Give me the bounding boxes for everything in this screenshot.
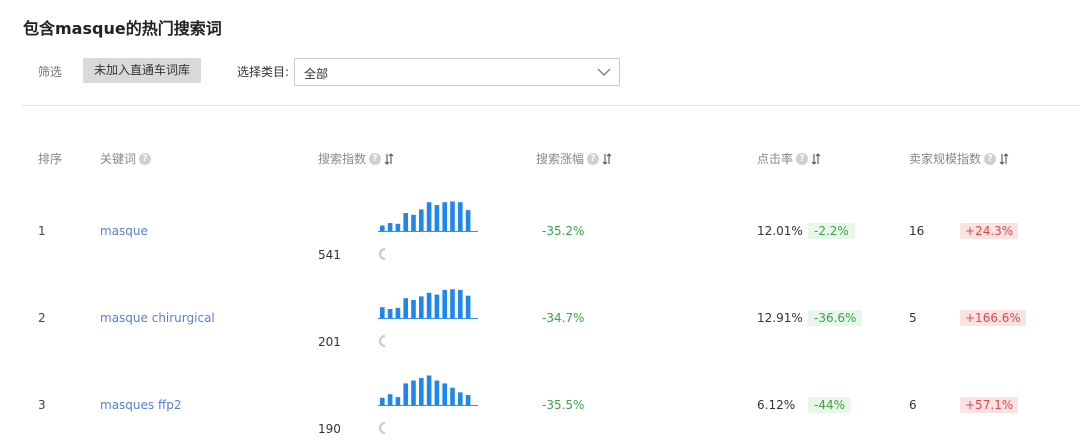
help-icon[interactable]: ? bbox=[139, 152, 152, 165]
sparkline-bar bbox=[434, 205, 440, 231]
loading-spinner-icon bbox=[378, 248, 386, 260]
page: 包含masque的热门搜索词 筛选 未加入直通车词库 选择类目: 全部 排序 关… bbox=[0, 0, 1080, 441]
ctr-change-badge: -36.6% bbox=[808, 310, 863, 326]
ctr-value: 6.12% bbox=[757, 398, 796, 412]
column-header-ctr[interactable]: 点击率 ? bbox=[757, 150, 821, 167]
sparkline-bar bbox=[380, 397, 385, 405]
sparkline-bar bbox=[395, 307, 401, 318]
seller-index-value: 16 bbox=[909, 224, 925, 238]
ctr-value: 12.01% bbox=[757, 224, 803, 238]
search-index-sparkline bbox=[378, 289, 478, 319]
sparkline-bar bbox=[465, 394, 471, 405]
sort-icon[interactable] bbox=[999, 152, 1009, 165]
sparkline-bar bbox=[450, 289, 455, 318]
category-select-value: 全部 bbox=[304, 67, 329, 81]
search-index-sparkline bbox=[378, 375, 478, 406]
keyword-link[interactable]: masque chirurgical bbox=[100, 311, 215, 325]
sparkline-bar bbox=[426, 292, 432, 318]
column-header-label: 点击率 bbox=[757, 152, 794, 166]
search-growth-value: -35.5% bbox=[542, 398, 585, 412]
sparkline-bar bbox=[403, 383, 408, 405]
sparkline-bar bbox=[458, 202, 463, 231]
rank-cell: 1 bbox=[38, 224, 46, 238]
sparkline-bar bbox=[442, 202, 447, 231]
seller-change-badge: +24.3% bbox=[960, 223, 1019, 239]
sparkline-bar bbox=[465, 295, 471, 318]
keyword-link[interactable]: masques ffp2 bbox=[100, 398, 182, 412]
seller-change-badge: +57.1% bbox=[960, 397, 1019, 413]
sparkline-bar bbox=[387, 223, 393, 231]
sparkline-bar bbox=[426, 375, 432, 405]
sparkline-bar bbox=[403, 298, 408, 318]
sparkline-bar bbox=[387, 309, 393, 318]
sparkline-bar bbox=[387, 394, 393, 405]
search-growth-value: -34.7% bbox=[542, 311, 585, 325]
sparkline-bar bbox=[458, 289, 463, 318]
sparkline-bar bbox=[403, 213, 408, 231]
column-header-label: 排序 bbox=[38, 152, 63, 166]
sparkline-bar bbox=[434, 294, 440, 318]
category-select[interactable]: 全部 bbox=[294, 58, 620, 86]
sparkline-bar bbox=[380, 225, 385, 231]
seller-index-value: 6 bbox=[909, 398, 917, 412]
sparkline-bar bbox=[419, 378, 424, 405]
ctr-value: 12.91% bbox=[757, 311, 803, 325]
ctr-change-badge: -2.2% bbox=[808, 223, 855, 239]
column-header-rank: 排序 bbox=[38, 150, 62, 167]
sparkline-bar bbox=[458, 392, 463, 405]
sparkline-bar bbox=[411, 214, 416, 231]
column-header-keyword: 关键词 ? bbox=[100, 150, 152, 167]
column-header-label: 搜索涨幅 bbox=[536, 152, 585, 166]
column-header-label: 卖家规模指数 bbox=[909, 152, 982, 166]
sort-icon[interactable] bbox=[602, 152, 612, 165]
loading-spinner-icon bbox=[378, 422, 386, 434]
sparkline-bar bbox=[419, 209, 424, 231]
sparkline-bar bbox=[380, 307, 385, 318]
divider bbox=[22, 105, 1080, 106]
help-icon[interactable]: ? bbox=[984, 152, 997, 165]
filter-chip-not-in-library[interactable]: 未加入直通车词库 bbox=[83, 58, 201, 83]
search-index-value: 541 bbox=[318, 248, 341, 262]
help-icon[interactable]: ? bbox=[369, 152, 382, 165]
sort-icon[interactable] bbox=[811, 152, 821, 165]
category-label: 选择类目: bbox=[237, 65, 290, 79]
search-index-value: 201 bbox=[318, 335, 341, 349]
search-index-sparkline bbox=[378, 201, 478, 232]
keyword-link[interactable]: masque bbox=[100, 224, 148, 238]
chevron-down-icon bbox=[597, 68, 611, 76]
search-index-value: 190 bbox=[318, 422, 341, 436]
sparkline-bar bbox=[411, 300, 416, 318]
sparkline-bar bbox=[426, 202, 432, 231]
rank-cell: 2 bbox=[38, 311, 46, 325]
column-header-search-index[interactable]: 搜索指数 ? bbox=[318, 150, 394, 167]
seller-index-value: 5 bbox=[909, 311, 917, 325]
column-header-search-growth[interactable]: 搜索涨幅 ? bbox=[536, 150, 612, 167]
column-header-seller-index[interactable]: 卖家规模指数 ? bbox=[909, 150, 1009, 167]
sparkline-bar bbox=[442, 383, 447, 405]
sparkline-bar bbox=[434, 380, 440, 405]
help-icon[interactable]: ? bbox=[587, 152, 600, 165]
sparkline-bar bbox=[395, 223, 401, 231]
ctr-change-badge: -44% bbox=[808, 397, 852, 413]
help-icon[interactable]: ? bbox=[796, 152, 809, 165]
column-header-label: 关键词 bbox=[100, 152, 137, 166]
page-title: 包含masque的热门搜索词 bbox=[23, 19, 222, 38]
sparkline-bar bbox=[450, 387, 455, 405]
sparkline-bar bbox=[465, 210, 471, 231]
seller-change-badge: +166.6% bbox=[960, 310, 1026, 326]
sparkline-bar bbox=[450, 201, 455, 231]
sparkline-bar bbox=[395, 397, 401, 405]
column-header-label: 搜索指数 bbox=[318, 152, 367, 166]
sparkline-bar bbox=[411, 380, 416, 405]
sparkline-bar bbox=[419, 296, 424, 318]
loading-spinner-icon bbox=[378, 335, 386, 347]
filter-label: 筛选 bbox=[38, 65, 63, 79]
sparkline-bar bbox=[442, 289, 447, 318]
search-growth-value: -35.2% bbox=[542, 224, 585, 238]
rank-cell: 3 bbox=[38, 398, 46, 412]
sort-icon[interactable] bbox=[384, 152, 394, 165]
